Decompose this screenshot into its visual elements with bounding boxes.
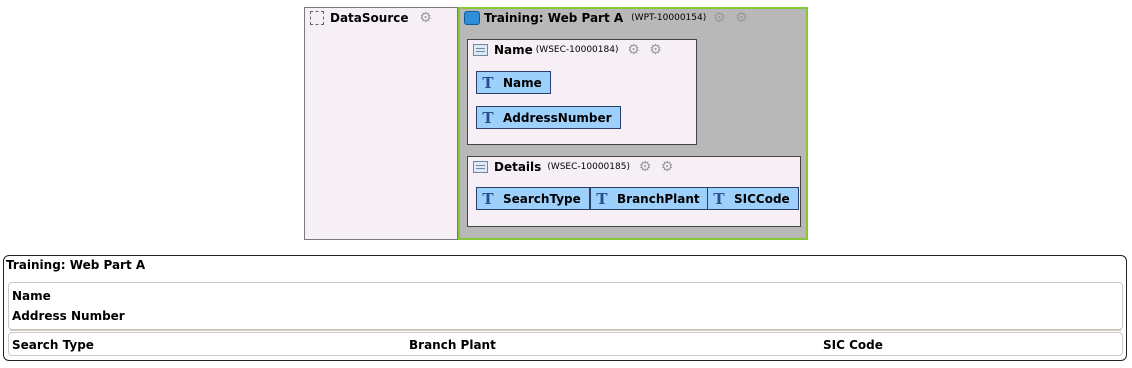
section-icon [473,161,488,173]
field-chip-branchplant[interactable]: T BranchPlant [590,187,709,210]
section-icon [473,44,488,56]
section-name[interactable]: Name (WSEC-10000184) ⚙ ⚙ T Name T Addres… [467,39,697,145]
section-header: Details (WSEC-10000185) ⚙ ⚙ [473,160,674,174]
field-label: BranchPlant [617,191,700,206]
field-chip-name[interactable]: T Name [476,71,551,94]
webpart-title: Training: Web Part A [484,11,624,25]
field-label: AddressNumber [503,110,612,125]
webpart-preview: Training: Web Part A Name Address Number… [3,255,1127,361]
settings-gear-icon[interactable]: ⚙ [648,43,662,57]
preview-field-sic-code: SIC Code [823,338,883,352]
gear-icon[interactable]: ⚙ [626,43,640,57]
section-header: Name (WSEC-10000184) ⚙ ⚙ [473,43,662,57]
text-field-icon: T [713,189,725,208]
datasource-panel[interactable]: DataSource ⚙ [304,7,458,240]
preview-name-section: Name Address Number [8,282,1123,330]
datasource-label: DataSource [330,11,409,25]
datasource-header: DataSource ⚙ [310,11,433,25]
text-field-icon: T [596,189,608,208]
preview-field-branch-plant: Branch Plant [409,338,496,352]
webpart-icon [464,11,480,25]
settings-gear-icon[interactable]: ⚙ [734,11,748,25]
gear-icon[interactable]: ⚙ [712,11,726,25]
section-title: Details [494,160,542,174]
section-id: (WSEC-10000185) [547,162,630,172]
divider [10,329,1121,331]
text-field-icon: T [482,73,494,92]
gear-icon[interactable]: ⚙ [638,160,652,174]
settings-gear-icon[interactable]: ⚙ [660,160,674,174]
preview-field-search-type: Search Type [12,338,94,352]
preview-field-address-number: Address Number [12,309,125,323]
datasource-icon [310,11,324,25]
section-details[interactable]: Details (WSEC-10000185) ⚙ ⚙ T SearchType… [467,156,801,227]
text-field-icon: T [482,108,494,127]
gear-icon[interactable]: ⚙ [419,11,433,25]
preview-details-section: Search Type Branch Plant SIC Code [8,332,1123,356]
webpart-header: Training: Web Part A (WPT-10000154) ⚙ ⚙ [464,11,748,25]
field-label: SICCode [734,191,790,206]
webpart-id: (WPT-10000154) [631,13,707,23]
field-chip-siccode[interactable]: T SICCode [707,187,799,210]
section-id: (WSEC-10000184) [535,45,619,55]
field-chip-addressnumber[interactable]: T AddressNumber [476,106,621,129]
preview-field-name: Name [12,289,51,303]
field-label: Name [503,75,542,90]
preview-title: Training: Web Part A [6,258,146,272]
webpart-panel[interactable]: Training: Web Part A (WPT-10000154) ⚙ ⚙ … [458,7,808,240]
field-chip-searchtype[interactable]: T SearchType [476,187,590,210]
text-field-icon: T [482,189,494,208]
field-label: SearchType [503,191,581,206]
section-title: Name [494,43,533,57]
